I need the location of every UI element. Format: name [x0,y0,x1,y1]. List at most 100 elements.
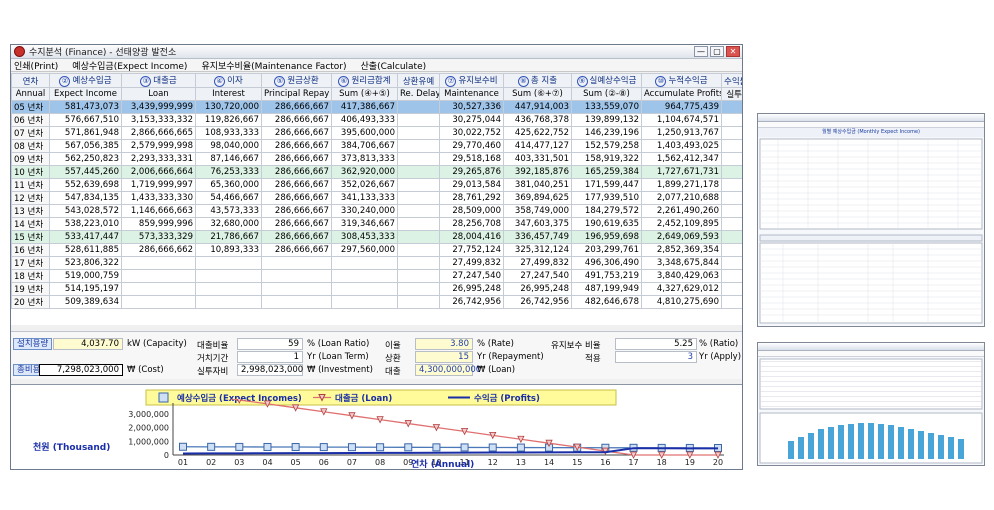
table-cell[interactable]: 859,999,996 [121,217,196,231]
table-cell[interactable]: 29,265,876 [439,165,504,179]
row-year-cell[interactable]: 13 년차 [11,204,50,218]
table-cell[interactable]: 491,753,219 [571,269,642,283]
table-cell[interactable]: 28,509,000 [439,204,504,218]
table-cell[interactable]: 26,995,248 [439,282,504,296]
table-cell[interactable]: 373,813,333 [331,152,398,166]
table-cell[interactable] [397,256,440,270]
maximize-button[interactable]: ▢ [710,46,724,57]
table-cell[interactable]: 330,240,000 [331,204,398,218]
table-cell[interactable]: 130,720,000 [195,100,262,114]
table-cell[interactable]: 487,199,949 [571,282,642,296]
table-cell[interactable] [397,165,440,179]
table-cell[interactable]: 533,417,447 [49,230,122,244]
close-button[interactable]: ✕ [726,46,740,57]
table-row[interactable]: 10 년차 557,445,260 2,006,666,664 76,253,333 2… [11,165,742,179]
table-cell[interactable]: 152,579,258 [571,139,642,153]
loan-field[interactable]: 4,300,000,000 [415,364,481,376]
table-cell[interactable]: 325,312,124 [503,243,572,257]
table-cell[interactable]: 3,439,999,999 [121,100,196,114]
table-cell[interactable]: 2,293,333,331 [121,152,196,166]
table-cell[interactable]: 347,603,375 [503,217,572,231]
table-cell[interactable]: 358,749,000 [503,204,572,218]
table-row[interactable]: 11 년차 552,639,698 1,719,999,997 65,360,000 2… [11,178,742,192]
table-cell[interactable]: 28,761,292 [439,191,504,205]
table-cell[interactable]: 119,826,667 [195,113,262,127]
table-cell[interactable]: 65,360,000 [195,178,262,192]
table-row[interactable]: 09 년차 562,250,823 2,293,333,331 87,146,667 2… [11,152,742,166]
table-cell[interactable]: 1,403,493,025 [641,139,722,153]
table-cell[interactable] [397,269,440,283]
row-year-cell[interactable]: 15 년차 [11,230,50,244]
table-cell[interactable]: 562,250,823 [49,152,122,166]
table-cell[interactable]: 381,040,251 [503,178,572,192]
table-cell[interactable] [397,230,440,244]
table-cell[interactable]: 964,775,439 [641,100,722,114]
table-cell[interactable]: 286,666,667 [261,152,332,166]
table-cell[interactable]: 286,666,667 [261,113,332,127]
table-cell[interactable]: 1,250,913,767 [641,126,722,140]
table-cell[interactable]: 557,445,260 [49,165,122,179]
monthly-income-window-thumbnail[interactable]: 월별 예상수입금 (Monthly Expect Income) [757,113,985,327]
repay-field[interactable]: 15 [415,351,473,363]
table-cell[interactable]: 6.1 [721,204,742,218]
cost-field[interactable]: 7,298,023,000 [39,364,123,376]
table-cell[interactable] [397,152,440,166]
table-cell[interactable]: 1,719,999,997 [121,178,196,192]
table-row[interactable]: 18 년차 519,000,759 27,247,540 27,247,540 491,… [11,269,742,283]
table-cell[interactable]: 54,466,667 [195,191,262,205]
maint-ratio-field[interactable]: 5.25 [615,338,697,350]
table-cell[interactable] [331,282,398,296]
table-cell[interactable]: 87,146,667 [195,152,262,166]
row-year-cell[interactable]: 10 년차 [11,165,50,179]
table-cell[interactable]: 581,473,073 [49,100,122,114]
table-cell[interactable] [397,217,440,231]
loan-term-field[interactable]: 1 [237,351,303,363]
table-cell[interactable]: 5.7 [721,178,742,192]
table-cell[interactable]: 5.1 [721,139,742,153]
table-cell[interactable]: 98,040,000 [195,139,262,153]
table-cell[interactable]: 1,562,412,347 [641,152,722,166]
table-cell[interactable]: 27,247,540 [503,269,572,283]
table-cell[interactable]: 519,000,759 [49,269,122,283]
table-cell[interactable]: 538,223,010 [49,217,122,231]
table-cell[interactable] [397,204,440,218]
table-cell[interactable]: 514,195,197 [49,282,122,296]
table-cell[interactable]: 4.9 [721,126,742,140]
table-row[interactable]: 15 년차 533,417,447 573,333,329 21,786,667 286… [11,230,742,244]
table-cell[interactable]: 5.3 [721,152,742,166]
finance-grid[interactable]: 연차 ② 예상수입금 ③ 대출금 ④ 이자 ⑤ 원금상환 ⑥ 원리금합계 상환유예 ⑦ 유지보수비 ⑧ 총 지… [11,73,742,325]
table-cell[interactable] [195,282,262,296]
row-year-cell[interactable]: 11 년차 [11,178,50,192]
minimize-button[interactable]: — [694,46,708,57]
table-cell[interactable]: 341,133,333 [331,191,398,205]
table-cell[interactable]: 392,185,876 [503,165,572,179]
row-year-cell[interactable]: 07 년차 [11,126,50,140]
table-cell[interactable] [121,295,196,309]
table-cell[interactable]: 158,919,322 [571,152,642,166]
table-cell[interactable]: 2,006,666,664 [121,165,196,179]
table-cell[interactable] [397,191,440,205]
table-cell[interactable] [121,282,196,296]
row-year-cell[interactable]: 14 년차 [11,217,50,231]
table-cell[interactable]: 286,666,667 [261,243,332,257]
menu-print[interactable]: 인쇄(Print) [14,59,58,72]
table-cell[interactable]: 6.4 [721,217,742,231]
table-cell[interactable]: 184,279,572 [571,204,642,218]
table-cell[interactable] [331,269,398,283]
table-cell[interactable]: 286,666,667 [261,100,332,114]
table-cell[interactable]: 547,834,135 [49,191,122,205]
table-cell[interactable]: 43,573,333 [195,204,262,218]
table-cell[interactable]: 1,146,666,663 [121,204,196,218]
table-cell[interactable]: 2,852,369,354 [641,243,722,257]
table-cell[interactable]: 4.7 [721,113,742,127]
table-row[interactable]: 13 년차 543,028,572 1,146,666,663 43,573,333 2… [11,204,742,218]
table-cell[interactable]: 573,333,329 [121,230,196,244]
table-cell[interactable]: 496,306,490 [571,256,642,270]
table-cell[interactable]: 10,893,333 [195,243,262,257]
table-cell[interactable]: 482,646,678 [571,295,642,309]
table-cell[interactable] [261,295,332,309]
rate-field[interactable]: 3.80 [415,338,473,350]
table-cell[interactable]: 32,680,000 [195,217,262,231]
table-cell[interactable]: 4,327,629,012 [641,282,722,296]
table-cell[interactable]: 28,256,708 [439,217,504,231]
